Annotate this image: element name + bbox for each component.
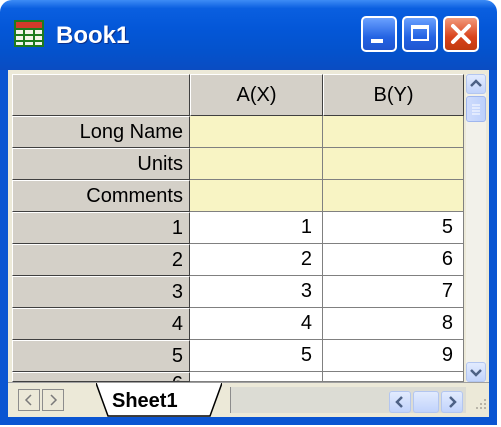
comments-cell-b[interactable] <box>323 180 464 212</box>
corner-header[interactable] <box>12 74 190 116</box>
grip-lines-icon <box>472 104 480 115</box>
row-header[interactable]: 4 <box>12 308 190 340</box>
comments-cell-a[interactable] <box>190 180 323 212</box>
next-sheet-button[interactable] <box>42 389 64 411</box>
data-cell[interactable]: 8 <box>323 308 464 340</box>
horizontal-scroll-thumb[interactable] <box>413 391 439 413</box>
data-cell[interactable]: 5 <box>190 340 323 372</box>
data-cell[interactable]: 5 <box>323 212 464 244</box>
window-border-bottom <box>0 417 497 425</box>
window-title: Book1 <box>56 22 130 49</box>
scroll-down-button[interactable] <box>466 362 486 382</box>
row-header-units[interactable]: Units <box>12 148 190 180</box>
workbook-window: Book1 A(X) B(Y) Long Name Units Comments… <box>0 0 497 425</box>
scroll-left-button[interactable] <box>389 391 411 413</box>
data-cell[interactable] <box>323 372 464 382</box>
workbook-grid-icon <box>14 20 44 47</box>
data-cell[interactable]: 1 <box>190 212 323 244</box>
triangle-left-icon <box>24 394 32 406</box>
row-header[interactable]: 5 <box>12 340 190 372</box>
scroll-up-button[interactable] <box>466 74 486 94</box>
vertical-scroll-thumb[interactable] <box>466 96 486 122</box>
units-cell-b[interactable] <box>323 148 464 180</box>
vertical-scrollbar[interactable] <box>466 74 486 382</box>
data-cell[interactable]: 6 <box>323 244 464 276</box>
sheet-tab-sheet1[interactable]: Sheet1 <box>112 390 178 413</box>
units-cell-a[interactable] <box>190 148 323 180</box>
data-cell[interactable]: 7 <box>323 276 464 308</box>
sheet-tab-bar: Sheet1 <box>8 382 489 417</box>
data-cell[interactable] <box>190 372 323 382</box>
row-header[interactable]: 1 <box>12 212 190 244</box>
chevron-right-icon <box>449 396 457 408</box>
chevron-down-icon <box>470 369 482 377</box>
row-header-long-name[interactable]: Long Name <box>12 116 190 148</box>
title-bar[interactable]: Book1 <box>0 0 497 70</box>
row-header[interactable]: 2 <box>12 244 190 276</box>
long-name-cell-b[interactable] <box>323 116 464 148</box>
horizontal-scrollbar[interactable] <box>230 387 466 413</box>
row-header[interactable]: 6 <box>12 372 190 382</box>
window-border-right <box>489 70 497 425</box>
minimize-button[interactable] <box>361 16 397 52</box>
data-cell[interactable]: 2 <box>190 244 323 276</box>
close-icon <box>451 24 471 44</box>
close-button[interactable] <box>443 16 479 52</box>
scroll-right-button[interactable] <box>441 391 463 413</box>
maximize-button[interactable] <box>402 16 438 52</box>
window-border-left <box>0 70 8 425</box>
previous-sheet-button[interactable] <box>18 389 40 411</box>
column-header-a[interactable]: A(X) <box>190 74 323 116</box>
long-name-cell-a[interactable] <box>190 116 323 148</box>
triangle-right-icon <box>50 394 58 406</box>
column-header-b[interactable]: B(Y) <box>323 74 464 116</box>
row-header-comments[interactable]: Comments <box>12 180 190 212</box>
row-header[interactable]: 3 <box>12 276 190 308</box>
data-cell[interactable]: 3 <box>190 276 323 308</box>
resize-grip-icon[interactable] <box>472 395 488 411</box>
chevron-up-icon <box>470 79 482 87</box>
data-cell[interactable]: 4 <box>190 308 323 340</box>
chevron-left-icon <box>395 396 403 408</box>
data-cell[interactable]: 9 <box>323 340 464 372</box>
